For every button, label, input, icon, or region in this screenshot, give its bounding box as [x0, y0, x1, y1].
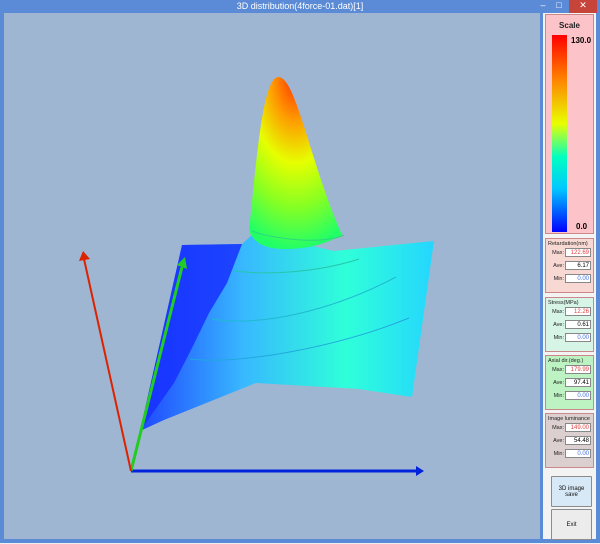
luminance-max-field: 149.00: [565, 423, 591, 432]
ave-label: Ave:: [553, 322, 564, 328]
stress-ave-field: 0.61: [565, 320, 591, 329]
3d-image-save-button[interactable]: 3D image save: [551, 476, 592, 507]
exit-button[interactable]: Exit: [551, 509, 592, 540]
retardation-panel: Retardation(nm) Max: 122.69 Ave: 6.17 Min:…: [545, 238, 594, 293]
window-title: 3D distribution(4force-01.dat)[1]: [236, 1, 364, 11]
minimize-button[interactable]: –: [536, 0, 550, 13]
axial-direction-panel: Axial dir.(deg.) Max: 179.99 Ave: 97.41 Mi…: [545, 355, 594, 410]
max-label: Max:: [552, 367, 564, 373]
z-axis-arrow: [79, 251, 90, 261]
z-axis-line: [83, 258, 132, 472]
luminance-min-field: 0.00: [565, 449, 591, 458]
stress-max-field: 12.26: [565, 307, 591, 316]
retardation-min-field: 0.00: [565, 274, 591, 283]
maximize-button[interactable]: □: [552, 0, 566, 13]
luminance-ave-field: 54.48: [565, 436, 591, 445]
scale-title: Scale: [559, 21, 580, 30]
min-label: Min:: [553, 393, 564, 399]
ave-label: Ave:: [553, 380, 564, 386]
3d-viewport[interactable]: [4, 13, 540, 539]
ave-label: Ave:: [553, 263, 564, 269]
axial-min-field: 0.00: [565, 391, 591, 400]
color-scale-bar: [552, 35, 567, 232]
max-label: Max:: [552, 250, 564, 256]
x-axis-arrow: [416, 466, 424, 476]
stress-panel: Stress(MPa) Max: 12.26 Ave: 0.61 Min: 0.00: [545, 297, 594, 352]
scale-max-label: 130.0: [571, 36, 592, 45]
axial-max-field: 179.99: [565, 365, 591, 374]
close-button[interactable]: ✕: [569, 0, 597, 13]
3d-surface-plot: [79, 76, 434, 476]
scale-legend: Scale 130.0 0.0: [545, 14, 594, 234]
image-luminance-panel: Image luminance Max: 149.00 Ave: 54.48 Min…: [545, 413, 594, 468]
axial-title: Axial dir.(deg.): [548, 358, 584, 364]
stress-title: Stress(MPa): [548, 300, 579, 306]
retardation-title: Retardation(nm): [548, 241, 588, 247]
retardation-max-field: 122.69: [565, 248, 591, 257]
stress-min-field: 0.00: [565, 333, 591, 342]
retardation-ave-field: 6.17: [565, 261, 591, 270]
control-panel: Scale 130.0 0.0 Retardation(nm) Max: 122.…: [543, 13, 596, 540]
min-label: Min:: [553, 276, 564, 282]
scale-min-label: 0.0: [576, 222, 588, 231]
max-label: Max:: [552, 425, 564, 431]
ave-label: Ave:: [553, 438, 564, 444]
axial-ave-field: 97.41: [565, 378, 591, 387]
min-label: Min:: [553, 451, 564, 457]
window-titlebar: 3D distribution(4force-01.dat)[1]: [0, 0, 600, 13]
luminance-title: Image luminance: [548, 416, 590, 422]
max-label: Max:: [552, 309, 564, 315]
surface-peak: [249, 76, 342, 250]
window-frame: Scale 130.0 0.0 Retardation(nm) Max: 122.…: [0, 13, 600, 543]
min-label: Min:: [553, 335, 564, 341]
